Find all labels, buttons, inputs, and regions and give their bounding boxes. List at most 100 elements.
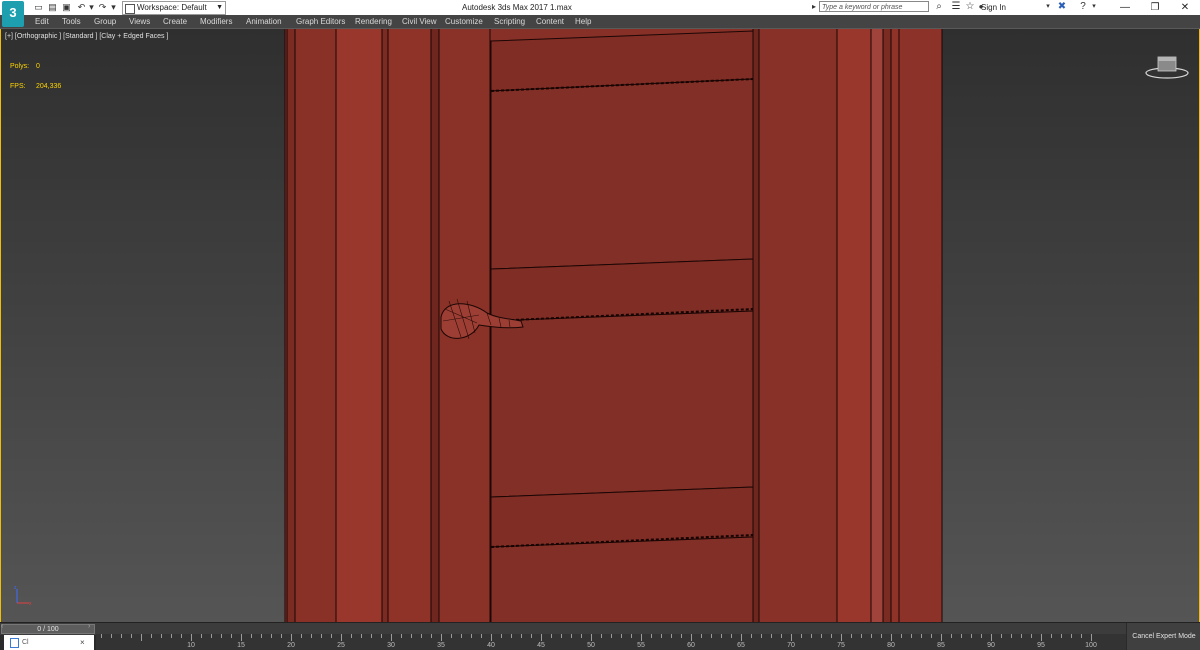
door-model[interactable] (1, 29, 1200, 622)
menu-scripting[interactable]: Scripting (494, 16, 525, 27)
time-slider[interactable]: 0 / 100 (1, 624, 95, 634)
time-next-icon[interactable]: › (88, 623, 90, 630)
restore-button[interactable]: ❐ (1140, 0, 1170, 15)
communication-center-icon[interactable]: ☰ (950, 1, 962, 13)
menu-help[interactable]: Help (575, 16, 591, 27)
menu-group[interactable]: Group (94, 16, 116, 27)
time-prev-icon[interactable]: ‹ (1, 623, 3, 630)
redo-icon[interactable]: ↷ (97, 2, 108, 13)
help-dropdown-icon[interactable]: ▾ (1090, 1, 1098, 13)
timeline-tick (431, 634, 432, 638)
timeline-tick (261, 634, 262, 638)
timeline-tick (191, 634, 192, 641)
menu-create[interactable]: Create (163, 16, 187, 27)
taskbar-item-label: Cl (22, 639, 29, 646)
timeline-tick (541, 634, 542, 641)
menu-views[interactable]: Views (129, 16, 150, 27)
timeline-tick (441, 634, 442, 641)
timeline-tick (901, 634, 902, 638)
menu-rendering[interactable]: Rendering (355, 16, 392, 27)
timeline-tick (661, 634, 662, 638)
timeline-tick (251, 634, 252, 638)
new-file-icon[interactable]: ▭ (33, 2, 44, 13)
menu-modifiers[interactable]: Modifiers (200, 16, 232, 27)
timeline-tick-label: 80 (887, 642, 895, 649)
exchange-apps-icon[interactable]: ✖ (1056, 1, 1068, 13)
timeline-tick (1041, 634, 1042, 641)
search-icon[interactable]: ⌕ (933, 1, 945, 13)
menu-graph-editors[interactable]: Graph Editors (296, 16, 345, 27)
menu-tools[interactable]: Tools (62, 16, 81, 27)
undo-dropdown-icon[interactable]: ▾ (86, 2, 97, 13)
help-icon[interactable]: ? (1077, 1, 1089, 13)
timeline-tick (221, 634, 222, 638)
timeline-tick (861, 634, 862, 638)
timeline-tick-label: 15 (237, 642, 245, 649)
timeline-tick (141, 634, 142, 641)
timeline-tick (521, 634, 522, 638)
timeline-tick (711, 634, 712, 638)
polys-value: 0 (36, 63, 40, 70)
timeline-tick (401, 634, 402, 638)
timeline-tick (691, 634, 692, 641)
timeline-tick-label: 55 (637, 642, 645, 649)
timeline-tick (121, 634, 122, 638)
app-logo-icon[interactable]: 3 (2, 1, 24, 27)
timeline-tick (981, 634, 982, 638)
axis-tripod-icon: z x (14, 585, 32, 607)
sign-in-link[interactable]: Sign In (981, 3, 1006, 12)
timeline-tick (361, 634, 362, 638)
workspace-selector[interactable]: Workspace: Default ▼ (122, 1, 226, 15)
timeline-tick (461, 634, 462, 638)
timeline-tick (801, 634, 802, 638)
save-file-icon[interactable]: ▣ (61, 2, 72, 13)
timeline-tick (641, 634, 642, 641)
viewport-label[interactable]: [+] [Orthographic ] [Standard ] [Clay + … (5, 33, 168, 40)
minimize-button[interactable]: — (1110, 0, 1140, 15)
sign-in-dropdown-icon[interactable]: ▾ (1044, 1, 1052, 13)
open-file-icon[interactable]: ▤ (47, 2, 58, 13)
redo-dropdown-icon[interactable]: ▾ (108, 2, 119, 13)
timeline-tick-label: 35 (437, 642, 445, 649)
timeline-tick (471, 634, 472, 638)
close-button[interactable]: ✕ (1170, 0, 1200, 15)
viewport-orthographic[interactable]: [+] [Orthographic ] [Standard ] [Clay + … (0, 29, 1200, 622)
taskbar-item[interactable]: Cl × (4, 635, 94, 650)
timeline-tick (891, 634, 892, 641)
menu-bar: Edit Tools Group Views Create Modifiers … (0, 15, 1200, 29)
menu-content[interactable]: Content (536, 16, 564, 27)
timeline-tick (1011, 634, 1012, 638)
workspace-icon (125, 4, 135, 14)
favorites-star-icon[interactable]: ☆ (964, 1, 976, 13)
time-slider-label: 0 / 100 (37, 626, 59, 633)
menu-edit[interactable]: Edit (35, 16, 49, 27)
search-input[interactable]: Type a keyword or phrase (819, 1, 929, 12)
menu-animation[interactable]: Animation (246, 16, 282, 27)
expand-search-icon[interactable]: ▸ (812, 1, 816, 13)
cancel-expert-mode-button[interactable]: Cancel Expert Mode (1126, 623, 1200, 650)
timeline-tick (281, 634, 282, 638)
svg-text:x: x (29, 601, 32, 607)
timeline-tick (1081, 634, 1082, 638)
timeline-tick (1091, 634, 1092, 641)
timeline-track[interactable]: 10 15 20 25 30 35 40 45 50 55 60 65 70 75 80 85 90 95 100 (96, 634, 1126, 650)
viewcube-icon[interactable] (1144, 53, 1190, 81)
timeline-tick (671, 634, 672, 638)
timeline-tick (511, 634, 512, 638)
timeline-tick-label: 90 (987, 642, 995, 649)
menu-civil-view[interactable]: Civil View (402, 16, 437, 27)
timeline-tick (971, 634, 972, 638)
taskbar-close-icon[interactable]: × (80, 635, 85, 650)
timeline-tick (871, 634, 872, 638)
timeline-tick (1021, 634, 1022, 638)
timeline-tick (331, 634, 332, 638)
timeline-tick-label: 40 (487, 642, 495, 649)
timeline-tick-label: 50 (587, 642, 595, 649)
timeline-tick-label: 95 (1037, 642, 1045, 649)
timeline-tick (721, 634, 722, 638)
timeline-tick (811, 634, 812, 638)
timeline-tick (781, 634, 782, 638)
timeline-tick-label: 65 (737, 642, 745, 649)
timeline-tick (531, 634, 532, 638)
menu-customize[interactable]: Customize (445, 16, 483, 27)
